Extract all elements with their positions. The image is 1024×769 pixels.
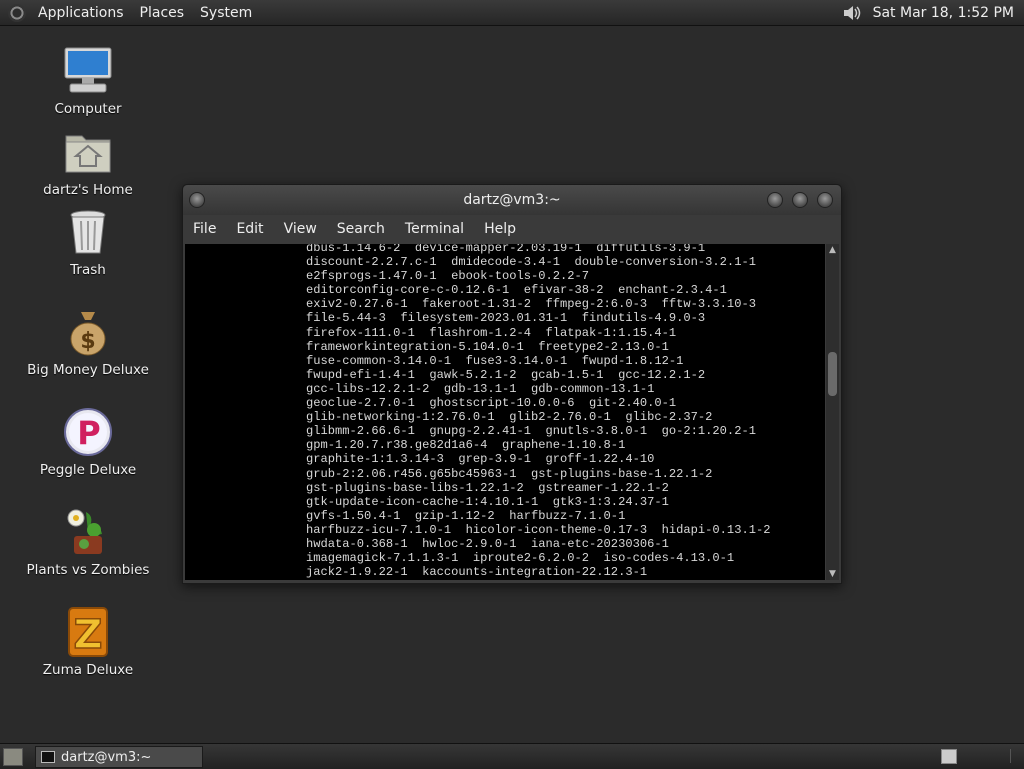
desktop-icon-label: Plants vs Zombies <box>26 562 150 578</box>
menu-search[interactable]: Search <box>327 221 395 237</box>
window-title: dartz@vm3:~ <box>463 192 561 208</box>
desktop-icon-label: Peggle Deluxe <box>39 462 137 478</box>
terminal-icon <box>41 751 55 763</box>
svg-text:Z: Z <box>73 612 102 658</box>
terminal-scrollbar[interactable]: ▲ ▼ <box>826 244 839 580</box>
svg-text:$: $ <box>80 329 95 354</box>
money-bag-icon: $ <box>62 306 114 358</box>
terminal-output-area[interactable]: dbus-1.14.6-2 device-mapper-2.03.19-1 di… <box>185 244 825 580</box>
desktop-icon-label: Zuma Deluxe <box>42 662 134 678</box>
computer-icon <box>62 45 114 97</box>
taskbar-terminal-button[interactable]: dartz@vm3:~ <box>35 746 203 768</box>
terminal-output: dbus-1.14.6-2 device-mapper-2.03.19-1 di… <box>306 244 771 580</box>
desktop-icon-label: Computer <box>54 101 122 117</box>
trash-icon <box>62 206 114 258</box>
window-titlebar[interactable]: dartz@vm3:~ <box>183 185 841 215</box>
panel-handle <box>1010 749 1023 763</box>
panel-tray: Sat Mar 18, 1:52 PM <box>843 4 1024 22</box>
desktop-icon-computer[interactable]: Computer <box>18 45 158 117</box>
scroll-up-icon[interactable]: ▲ <box>826 244 839 256</box>
desktop-icon-big-money[interactable]: $ Big Money Deluxe <box>18 306 158 378</box>
desktop-icon-trash[interactable]: Trash <box>18 206 158 278</box>
desktop-icon-label: Trash <box>70 262 106 278</box>
home-folder-icon <box>62 126 114 178</box>
bottom-panel: dartz@vm3:~ <box>0 743 1024 769</box>
desktop-icon-home[interactable]: dartz's Home <box>18 126 158 198</box>
close-icon[interactable] <box>817 192 833 208</box>
menu-help[interactable]: Help <box>474 221 526 237</box>
panel-clock[interactable]: Sat Mar 18, 1:52 PM <box>873 5 1024 21</box>
minimize-icon[interactable] <box>767 192 783 208</box>
menu-view[interactable]: View <box>274 221 327 237</box>
desktop-icon-label: dartz's Home <box>43 182 133 198</box>
desktop-icon-label: Big Money Deluxe <box>27 362 149 378</box>
scroll-down-icon[interactable]: ▼ <box>826 568 839 580</box>
menu-applications[interactable]: Applications <box>30 5 132 21</box>
workspace-switcher[interactable] <box>941 749 957 764</box>
terminal-window: dartz@vm3:~ File Edit View Search Termin… <box>182 184 842 584</box>
show-desktop-icon[interactable] <box>3 748 23 766</box>
top-panel: Applications Places System Sat Mar 18, 1… <box>0 0 1024 26</box>
scrollbar-thumb[interactable] <box>828 352 837 396</box>
taskbar-label: dartz@vm3:~ <box>61 749 152 765</box>
peggle-icon: P <box>62 406 114 458</box>
svg-text:P: P <box>77 414 100 452</box>
plants-vs-zombies-icon <box>62 506 114 558</box>
desktop-icon-zuma[interactable]: Z Zuma Deluxe <box>18 606 158 678</box>
menu-system[interactable]: System <box>192 5 260 21</box>
distro-logo-icon[interactable] <box>8 3 26 22</box>
zuma-icon: Z <box>62 606 114 659</box>
window-menu-icon[interactable] <box>189 192 205 208</box>
desktop-icon-plants-vs-zombies[interactable]: Plants vs Zombies <box>18 506 158 578</box>
menu-file[interactable]: File <box>183 221 226 237</box>
menu-edit[interactable]: Edit <box>226 221 273 237</box>
volume-icon[interactable] <box>843 4 863 22</box>
desktop-icon-peggle[interactable]: P Peggle Deluxe <box>18 406 158 478</box>
terminal-menubar: File Edit View Search Terminal Help <box>183 215 841 243</box>
menu-terminal[interactable]: Terminal <box>395 221 474 237</box>
menu-places[interactable]: Places <box>132 5 193 21</box>
maximize-icon[interactable] <box>792 192 808 208</box>
